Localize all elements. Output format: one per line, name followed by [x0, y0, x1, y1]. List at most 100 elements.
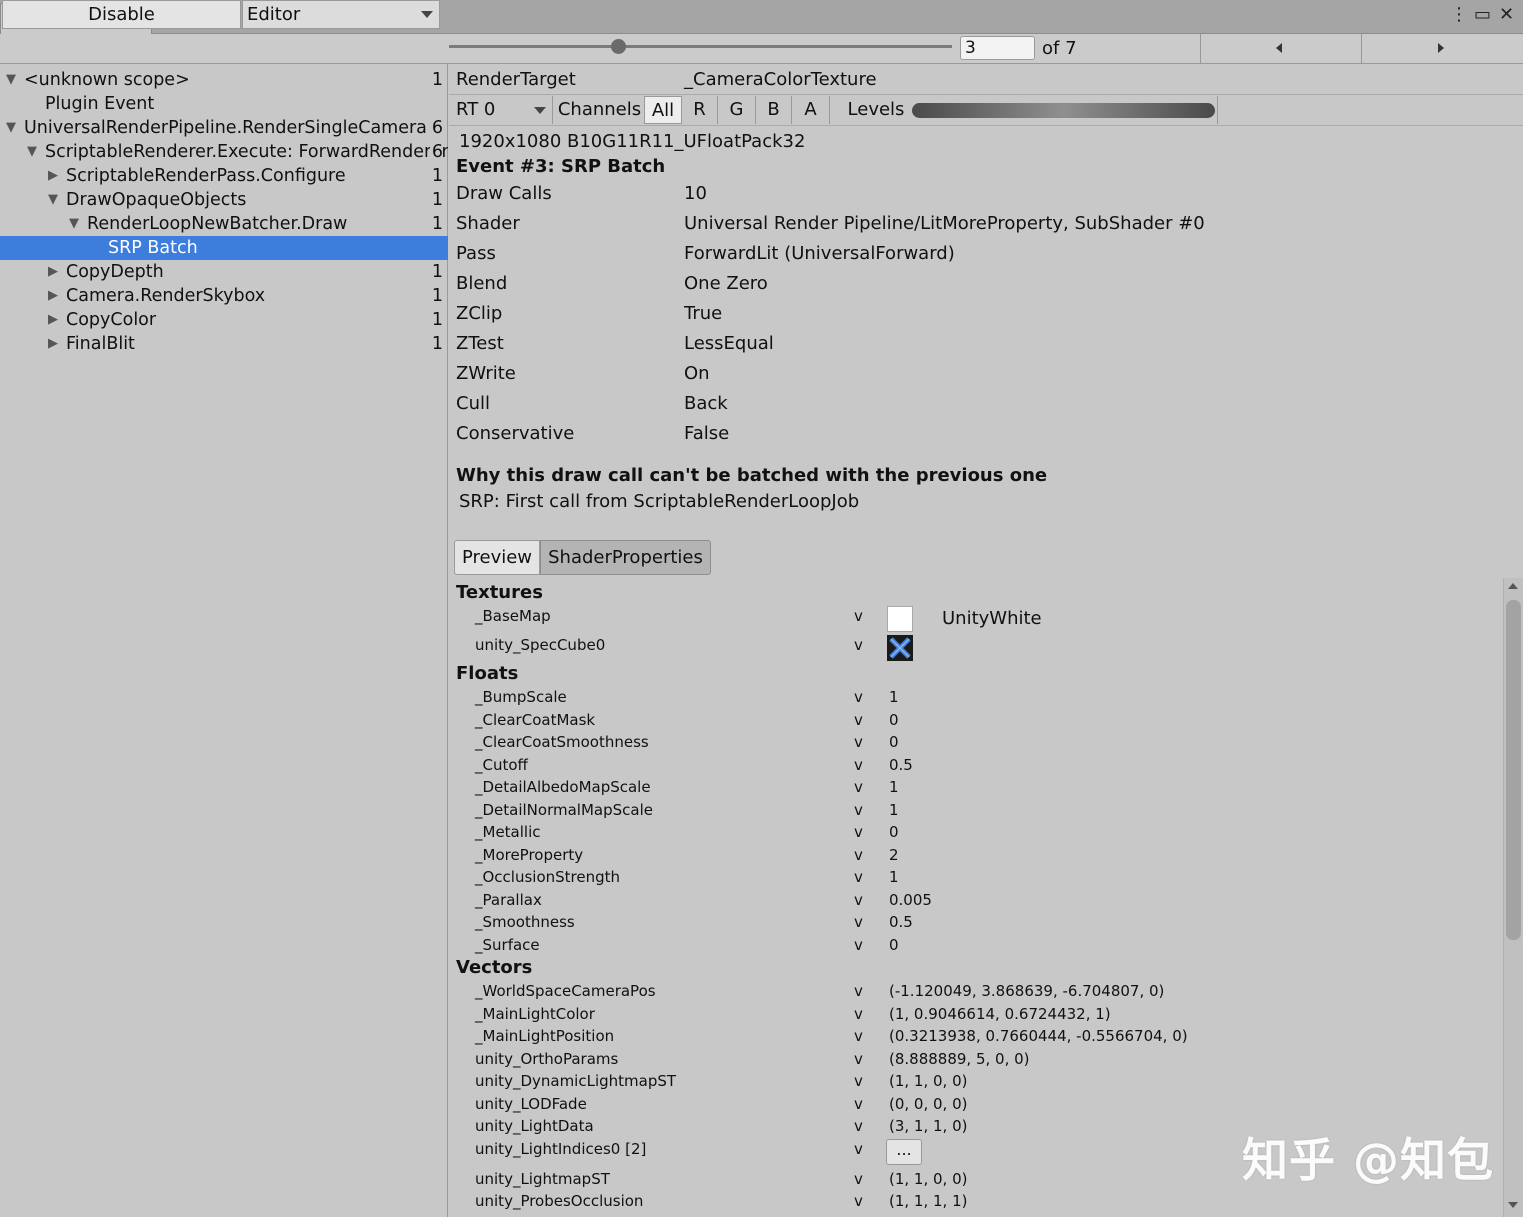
target-dropdown[interactable]: Editor	[242, 0, 440, 29]
float-name: _OcclusionStrength	[475, 868, 621, 886]
tree-item[interactable]: ▼ <unknown scope> 1	[0, 68, 448, 92]
tree-item-label: CopyDepth	[66, 262, 164, 282]
target-dropdown-label: Editor	[247, 4, 301, 25]
info-value: Universal Render Pipeline/LitMorePropert…	[684, 213, 1205, 234]
float-value: 0.5	[889, 913, 913, 931]
vector-stage: v	[854, 1192, 863, 1210]
cubemap-icon[interactable]	[887, 635, 913, 661]
scroll-thumb[interactable]	[1506, 600, 1521, 940]
tab-shader-properties[interactable]: ShaderProperties	[540, 540, 711, 575]
tree-item[interactable]: ▼ DrawOpaqueObjects 1	[0, 188, 448, 212]
tree-item[interactable]: ▼ ScriptableRenderer.Execute: ForwardRend…	[0, 140, 448, 164]
event-slider-track[interactable]	[449, 45, 952, 48]
triangle-right-icon[interactable]: ▶	[48, 260, 58, 284]
tree-item[interactable]: ▼ RenderLoopNewBatcher.Draw 1	[0, 212, 448, 236]
texture-swatch[interactable]	[887, 606, 913, 632]
vector-name: unity_LightmapST	[475, 1170, 610, 1188]
tree-item-count: 1	[429, 212, 443, 236]
channel-all-button[interactable]: All	[644, 96, 682, 124]
tree-item[interactable]: ▶ CopyColor 1	[0, 308, 448, 332]
info-value: One Zero	[684, 273, 768, 294]
vector-stage: v	[854, 1140, 863, 1158]
tree-item-count: 6	[429, 140, 443, 164]
info-key: Draw Calls	[456, 183, 552, 204]
close-icon[interactable]: ✕	[1499, 4, 1514, 26]
render-target-value: _CameraColorTexture	[684, 69, 877, 90]
tree-item[interactable]: ▶ FinalBlit 1	[0, 332, 448, 356]
triangle-right-icon[interactable]: ▶	[48, 164, 58, 188]
triangle-right-icon[interactable]: ▶	[48, 332, 58, 356]
tree-item-count: 1	[429, 308, 443, 332]
vector-name: _MainLightPosition	[475, 1027, 615, 1045]
tree-item-label: FinalBlit	[66, 334, 135, 354]
vector-stage: v	[854, 1095, 863, 1113]
triangle-down-icon[interactable]: ▼	[69, 212, 79, 236]
tree-item[interactable]: ▶ ScriptableRenderPass.Configure 1	[0, 164, 448, 188]
disable-button[interactable]: Disable	[2, 0, 241, 29]
tree-item-label: Plugin Event	[45, 94, 155, 114]
event-tree: ▼ <unknown scope> 1 Plugin Event ▼ UniversalR…	[0, 64, 448, 1217]
texture-name: unity_SpecCube0	[475, 636, 606, 654]
event-slider-thumb[interactable]	[611, 39, 626, 54]
info-key: Shader	[456, 213, 520, 234]
maximize-icon[interactable]: ▭	[1474, 4, 1491, 26]
tree-item-count: 1	[429, 260, 443, 284]
info-key: ZWrite	[456, 363, 516, 384]
texture-stage: v	[854, 607, 863, 625]
channel-b-button[interactable]: B	[756, 96, 792, 124]
vector-name: _MainLightColor	[475, 1005, 595, 1023]
rt-bar-divider	[1216, 96, 1218, 124]
scroll-down-icon[interactable]	[1508, 1202, 1518, 1208]
float-name: _Smoothness	[475, 913, 575, 931]
tree-item[interactable]: ▼ UniversalRenderPipeline.RenderSingleCam…	[0, 116, 448, 140]
texture-value: UnityWhite	[942, 608, 1042, 629]
channel-r-button[interactable]: R	[682, 96, 718, 124]
triangle-right-icon[interactable]: ▶	[48, 284, 58, 308]
tree-item[interactable]: ▶ Camera.RenderSkybox 1	[0, 284, 448, 308]
vector-value: (3, 1, 1, 0)	[889, 1117, 968, 1135]
float-value: 1	[889, 778, 899, 796]
info-value: On	[684, 363, 710, 384]
vector-value: (0, 0, 0, 0)	[889, 1095, 968, 1113]
info-value: False	[684, 423, 730, 444]
levels-label: Levels	[847, 99, 905, 120]
channels-label: Channels	[557, 99, 642, 120]
vector-value: (1, 0.9046614, 0.6724432, 1)	[889, 1005, 1111, 1023]
scroll-up-icon[interactable]	[1508, 583, 1518, 589]
triangle-down-icon[interactable]: ▼	[27, 140, 37, 164]
frame-debug-toolbar	[0, 34, 1523, 64]
triangle-down-icon[interactable]: ▼	[48, 188, 58, 212]
levels-slider[interactable]	[912, 103, 1215, 118]
tree-item[interactable]: Plugin Event	[0, 92, 448, 116]
info-key: Cull	[456, 393, 490, 414]
float-value: 1	[889, 868, 899, 886]
more-options-icon[interactable]: ⋮	[1450, 4, 1468, 26]
previous-event-icon[interactable]	[1276, 43, 1282, 53]
vector-stage: v	[854, 1027, 863, 1045]
tree-item-label: ScriptableRenderPass.Configure	[66, 166, 346, 186]
rt-dropdown[interactable]: RT 0	[452, 96, 553, 124]
channel-a-button[interactable]: A	[792, 96, 830, 124]
float-stage: v	[854, 800, 863, 819]
expand-array-button[interactable]: ...	[886, 1139, 922, 1165]
channel-g-button[interactable]: G	[718, 96, 756, 124]
float-value: 0.005	[889, 890, 932, 909]
tree-item-label: SRP Batch	[108, 238, 198, 258]
triangle-right-icon[interactable]: ▶	[48, 308, 58, 332]
tree-item[interactable]: SRP Batch	[0, 236, 448, 260]
float-value: 0.5	[889, 755, 913, 774]
event-title: Event #3: SRP Batch	[456, 156, 666, 177]
tree-item[interactable]: ▶ CopyDepth 1	[0, 260, 448, 284]
event-index-input[interactable]: 3	[960, 36, 1035, 60]
batch-break-heading: Why this draw call can't be batched with…	[456, 465, 1048, 486]
triangle-down-icon[interactable]: ▼	[6, 116, 16, 140]
tree-item-label: ScriptableRenderer.Execute: ForwardRende…	[45, 142, 448, 162]
tab-preview[interactable]: Preview	[454, 540, 540, 575]
watermark: 知乎 @知包	[1242, 1133, 1495, 1187]
vector-value: (1, 1, 0, 0)	[889, 1170, 968, 1188]
next-event-icon[interactable]	[1438, 43, 1444, 53]
triangle-down-icon[interactable]: ▼	[6, 68, 16, 92]
vector-value: (1, 1, 1, 1)	[889, 1192, 968, 1210]
float-stage: v	[854, 913, 863, 931]
vector-value: (-1.120049, 3.868639, -6.704807, 0)	[889, 982, 1165, 1000]
